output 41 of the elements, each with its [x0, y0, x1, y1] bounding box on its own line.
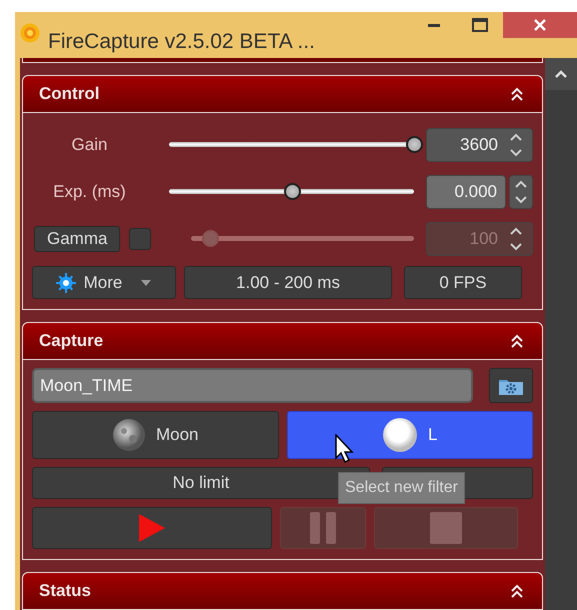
collapse-icon[interactable] — [510, 86, 524, 102]
window-title: FireCapture v2.5.02 BETA ... — [48, 29, 315, 55]
close-icon — [533, 18, 547, 32]
app-logo-icon — [20, 23, 40, 43]
scroll-up-button[interactable] — [545, 58, 577, 90]
pause-icon — [308, 511, 338, 545]
collapse-icon[interactable] — [510, 334, 524, 348]
filter-icon — [382, 417, 418, 453]
slider-label: Gain — [70, 134, 108, 156]
filename-field[interactable]: Moon_TIME — [32, 368, 473, 403]
more-button[interactable]: More — [32, 266, 176, 299]
profile-button[interactable]: L — [286, 411, 533, 459]
up-down-chevron-icon — [509, 132, 523, 158]
field-value: 100 — [470, 228, 498, 250]
folder-settings-button[interactable] — [489, 368, 533, 403]
number-field[interactable]: 0.000 — [426, 174, 506, 208]
maximize-icon — [472, 18, 488, 32]
slider-label: Exp. (ms) — [52, 180, 127, 203]
profile-button[interactable]: Moon — [32, 411, 278, 459]
spinner-arrows[interactable] — [509, 174, 533, 208]
exposure-range: 1.00 - 200 ms — [184, 266, 392, 299]
tooltip: Select new filter — [338, 472, 465, 504]
close-button[interactable] — [503, 12, 577, 38]
fps-display: 0 FPS — [404, 266, 522, 299]
play-button[interactable] — [32, 507, 272, 549]
gear-icon — [56, 272, 76, 292]
cursor-icon — [335, 434, 355, 464]
panel-title: Status — [39, 580, 91, 602]
caret-icon — [140, 278, 152, 286]
play-icon — [137, 512, 167, 544]
panel-title: Control — [39, 83, 100, 106]
up-down-chevron-icon — [514, 178, 528, 204]
moon-icon — [112, 418, 146, 452]
panel-title: Capture — [39, 330, 104, 352]
chevron-up-icon — [554, 69, 568, 79]
field-value: 0.000 — [454, 180, 497, 203]
up-down-chevron-icon — [509, 226, 523, 252]
field-value: 3600 — [460, 134, 498, 156]
number-field[interactable]: 3600 — [426, 128, 533, 162]
collapse-icon[interactable] — [510, 584, 524, 598]
stop-icon — [430, 512, 462, 544]
